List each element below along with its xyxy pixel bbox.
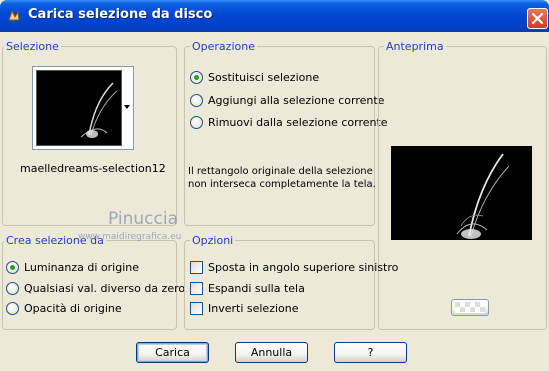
radio-luminanza[interactable]: Luminanza di origine [6,260,176,276]
radio-qualsiasi-label: Qualsiasi val. diverso da zero [24,282,186,295]
check-sposta-label: Sposta in angolo superiore sinistro [208,261,399,274]
radio-sostituisci[interactable]: Sostituisci selezione [190,70,370,86]
selection-preset-picker[interactable] [32,66,134,150]
check-inverti[interactable]: Inverti selezione [190,301,372,317]
selezione-group-label: Selezione [4,40,61,53]
opzioni-group-label: Opzioni [190,234,236,247]
preset-dropdown-arrow[interactable] [123,101,131,109]
operazione-message-line1: Il rettangolo originale della selezione [188,166,373,177]
preview-canvas [391,146,532,240]
annulla-button[interactable]: Annulla [235,342,308,363]
operazione-group-label: Operazione [190,40,257,53]
anteprima-group-label: Anteprima [384,40,446,53]
load-selection-dialog: Carica selezione da disco Selezione mael… [0,0,549,371]
radio-aggiungi-button[interactable] [190,94,203,107]
radio-qualsiasi-button[interactable] [6,282,19,295]
preview-image [456,153,510,239]
check-inverti-label: Inverti selezione [208,302,299,315]
radio-aggiungi-label: Aggiungi alla selezione corrente [208,94,385,107]
check-sposta[interactable]: Sposta in angolo superiore sinistro [190,260,398,276]
radio-qualsiasi[interactable]: Qualsiasi val. diverso da zero [6,281,185,297]
radio-luminanza-label: Luminanza di origine [24,261,139,274]
close-button[interactable] [527,8,548,29]
radio-opacita[interactable]: Opacità di origine [6,301,176,317]
radio-opacita-label: Opacità di origine [24,302,122,315]
chevron-down-icon [124,105,130,109]
check-inverti-box[interactable] [190,302,203,315]
close-icon [531,12,544,25]
app-icon [8,9,20,21]
radio-luminanza-button[interactable] [6,261,19,274]
check-sposta-box[interactable] [190,261,203,274]
radio-opacita-button[interactable] [6,302,19,315]
window-title: Carica selezione da disco [28,7,213,22]
selection-preset-name: maelledreams-selection12 [20,162,166,175]
carica-button[interactable]: Carica [136,342,209,363]
operazione-message-line2: non interseca completamente la tela. [188,179,376,190]
radio-sostituisci-label: Sostituisci selezione [208,71,320,84]
check-espandi-label: Espandi sulla tela [208,282,305,295]
radio-rimuovi-button[interactable] [190,116,203,129]
watermark-name: Pinuccia [108,209,178,229]
radio-sostituisci-button[interactable] [190,71,203,84]
radio-rimuovi[interactable]: Rimuovi dalla selezione corrente [190,115,388,131]
checkerboard-icon [455,302,485,313]
check-espandi[interactable]: Espandi sulla tela [190,281,372,297]
watermark-url: www.maidiregrafica.eu [78,232,182,242]
selection-thumbnail [36,70,122,146]
radio-aggiungi[interactable]: Aggiungi alla selezione corrente [190,93,384,109]
preview-toggle-button[interactable] [451,299,489,316]
selection-thumbnail-image [80,82,118,138]
help-button[interactable]: ? [334,342,407,363]
title-bar[interactable]: Carica selezione da disco [0,0,549,32]
check-espandi-box[interactable] [190,282,203,295]
radio-rimuovi-label: Rimuovi dalla selezione corrente [208,116,388,129]
